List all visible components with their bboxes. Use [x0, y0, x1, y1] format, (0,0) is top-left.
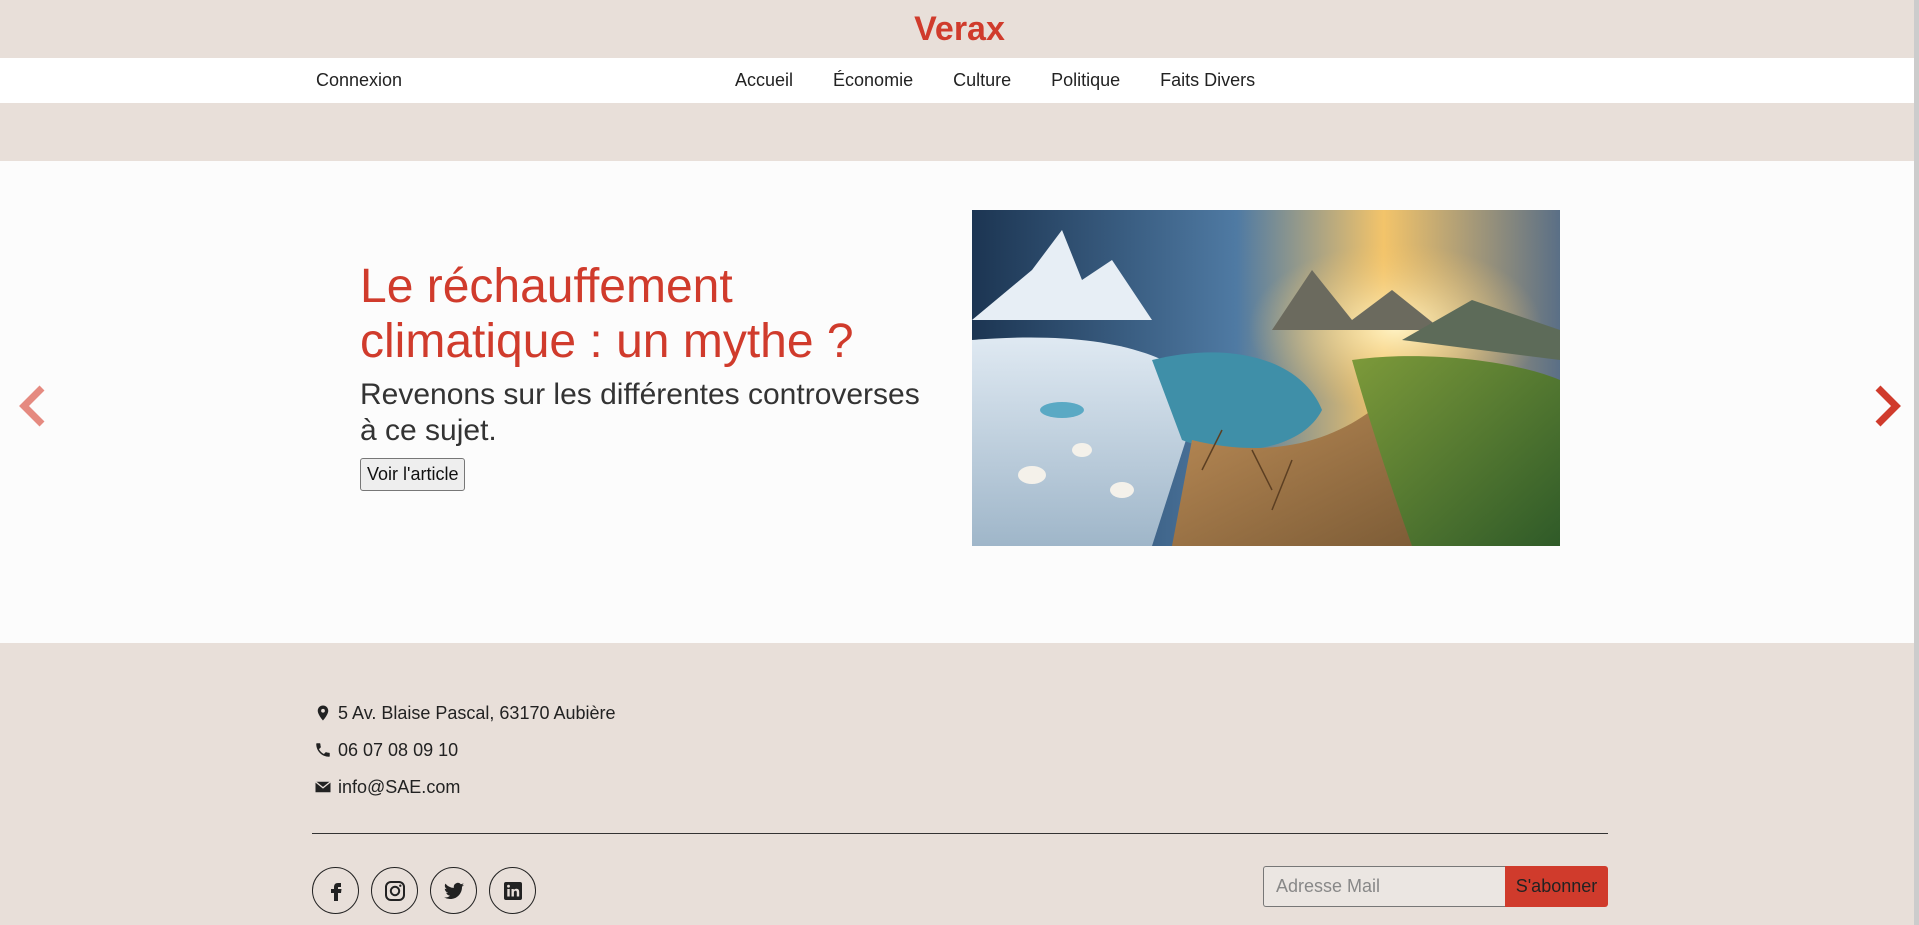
article-carousel: Le réchauffement climatique : un mythe ?… — [0, 161, 1919, 643]
slide-image — [972, 210, 1560, 546]
login-link[interactable]: Connexion — [316, 58, 402, 103]
vertical-scrollbar[interactable] — [1914, 0, 1919, 925]
facebook-link[interactable] — [312, 867, 359, 914]
slide-title: Le réchauffement climatique : un mythe ? — [360, 260, 854, 368]
carousel-next-button[interactable] — [1868, 376, 1908, 436]
contact-phone: 06 07 08 09 10 — [313, 737, 458, 763]
site-footer: 5 Av. Blaise Pascal, 63170 Aubière 06 07… — [0, 643, 1919, 925]
facebook-icon — [330, 882, 341, 901]
footer-divider — [312, 833, 1608, 834]
main-navbar: Connexion Accueil Économie Culture Polit… — [0, 58, 1919, 103]
climate-illustration-image — [972, 210, 1560, 546]
envelope-icon — [313, 777, 333, 797]
phone-text: 06 07 08 09 10 — [338, 739, 459, 760]
newsletter-form: S'abonner — [1263, 866, 1608, 907]
nav-item-culture[interactable]: Culture — [933, 58, 1031, 103]
site-header: Verax — [0, 0, 1919, 58]
nav-item-economie[interactable]: Économie — [813, 58, 933, 103]
contact-email: info@SAE.com — [313, 774, 460, 800]
address-text: 5 Av. Blaise Pascal, 63170 Aubière — [338, 702, 616, 723]
carousel-prev-button[interactable] — [12, 376, 52, 436]
instagram-link[interactable] — [371, 867, 418, 914]
nav-item-faits-divers[interactable]: Faits Divers — [1140, 58, 1275, 103]
chevron-right-icon — [1875, 385, 1901, 427]
email-text[interactable]: info@SAE.com — [338, 777, 460, 798]
twitter-icon — [443, 882, 464, 899]
map-pin-icon — [313, 703, 333, 723]
linkedin-link[interactable] — [489, 867, 536, 914]
slide-subtitle: Revenons sur les différentes controverse… — [360, 378, 920, 447]
instagram-icon — [384, 880, 405, 901]
subscribe-button[interactable]: S'abonner — [1505, 866, 1608, 907]
linkedin-icon — [503, 881, 522, 900]
contact-address: 5 Av. Blaise Pascal, 63170 Aubière — [313, 700, 616, 726]
site-logo[interactable]: Verax — [914, 0, 1005, 58]
view-article-button[interactable]: Voir l'article — [360, 458, 466, 491]
phone-icon — [313, 740, 333, 760]
email-subscribe-input[interactable] — [1263, 866, 1505, 907]
slide-content: Le réchauffement climatique : un mythe ?… — [360, 259, 940, 491]
social-links — [312, 867, 536, 914]
nav-item-accueil[interactable]: Accueil — [715, 58, 813, 103]
twitter-link[interactable] — [430, 867, 477, 914]
header-spacer — [0, 103, 1919, 161]
nav-menu: Accueil Économie Culture Politique Faits… — [715, 58, 1275, 103]
chevron-left-icon — [19, 385, 45, 427]
nav-item-politique[interactable]: Politique — [1031, 58, 1140, 103]
